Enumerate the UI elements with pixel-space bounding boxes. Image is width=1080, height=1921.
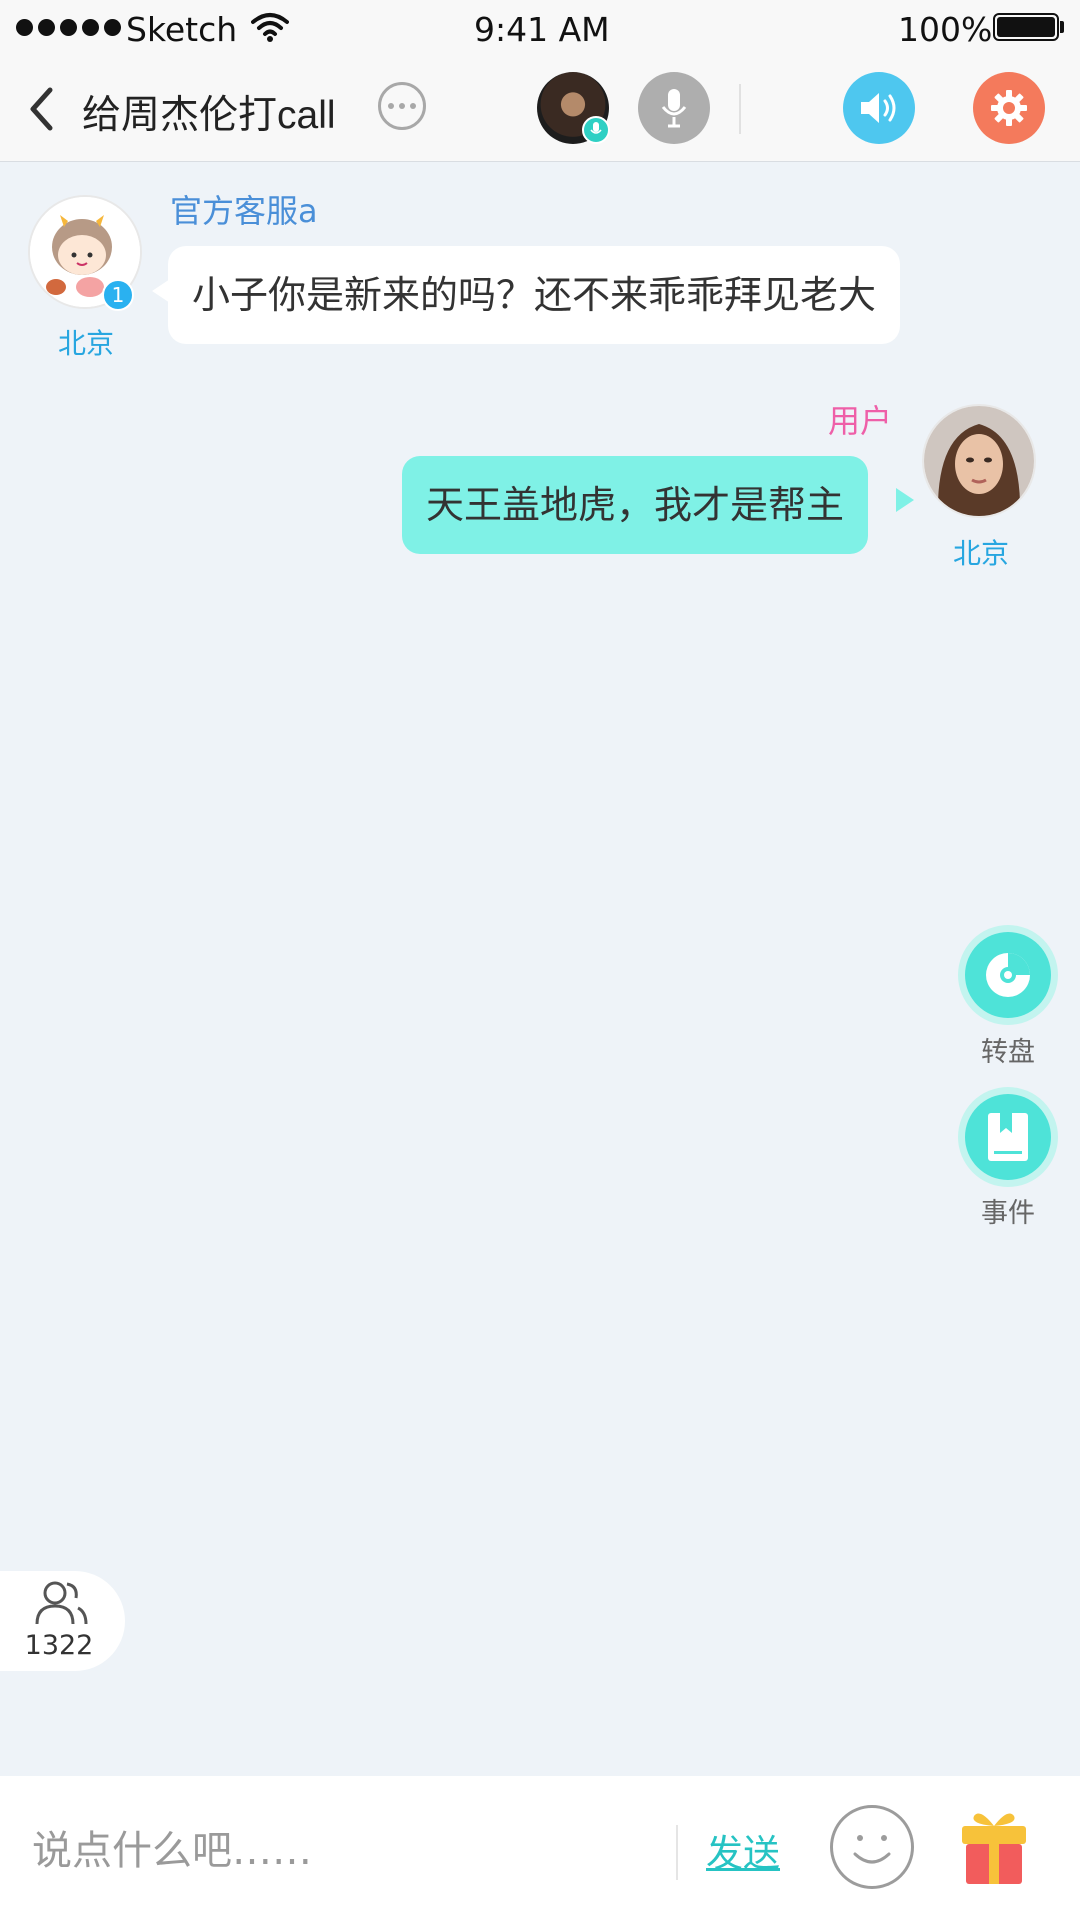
- events-label: 事件: [981, 1198, 1035, 1229]
- send-button[interactable]: 发送: [706, 1823, 780, 1877]
- turntable-label: 转盘: [981, 1037, 1035, 1068]
- carrier-name: Sketch: [126, 10, 238, 49]
- turntable-icon: [986, 953, 1030, 997]
- signal-strength-icon: [16, 19, 121, 36]
- sender-name: 用户: [828, 402, 893, 440]
- more-options-button[interactable]: [378, 82, 426, 130]
- microphone-icon: [661, 89, 687, 128]
- gift-icon[interactable]: [958, 1808, 1030, 1886]
- settings-button[interactable]: [973, 72, 1045, 144]
- wifi-icon: [251, 13, 289, 42]
- room-title: 给周杰伦打call: [82, 94, 336, 137]
- nav-divider: [739, 84, 741, 134]
- users-icon: [35, 1581, 88, 1625]
- status-time: 9:41 AM: [474, 10, 610, 49]
- sender-name: 官方客服a: [170, 192, 318, 230]
- message-count-badge: 1: [102, 279, 134, 311]
- gear-icon: [991, 90, 1027, 126]
- events-button[interactable]: [965, 1094, 1051, 1180]
- battery-percent: 100%: [898, 10, 993, 49]
- user-avatar[interactable]: [922, 404, 1036, 518]
- chevron-left-icon[interactable]: [28, 86, 54, 132]
- message-bubble: 天王盖地虎，我才是帮主: [402, 456, 869, 554]
- woman-portrait-avatar-icon: [924, 406, 1034, 516]
- sender-city: 北京: [58, 327, 115, 360]
- host-mic-badge-icon: [582, 116, 610, 144]
- sender-city: 北京: [953, 537, 1010, 570]
- message-bubble: 小子你是新来的吗？还不来乖乖拜见老大: [168, 246, 901, 344]
- speaker-button[interactable]: [843, 72, 915, 144]
- speaker-icon: [861, 93, 896, 123]
- book-icon: [988, 1113, 1028, 1161]
- emoji-button[interactable]: [830, 1805, 914, 1889]
- bubble-tail: [896, 488, 914, 512]
- battery-tip: [1060, 21, 1064, 33]
- microphone-button[interactable]: [638, 72, 710, 144]
- turntable-button[interactable]: [965, 932, 1051, 1018]
- smiley-icon: [853, 1835, 891, 1864]
- battery-icon: [993, 13, 1059, 41]
- input-divider: [676, 1825, 678, 1880]
- online-count: 1322: [24, 1630, 94, 1661]
- message-input[interactable]: [30, 1812, 654, 1889]
